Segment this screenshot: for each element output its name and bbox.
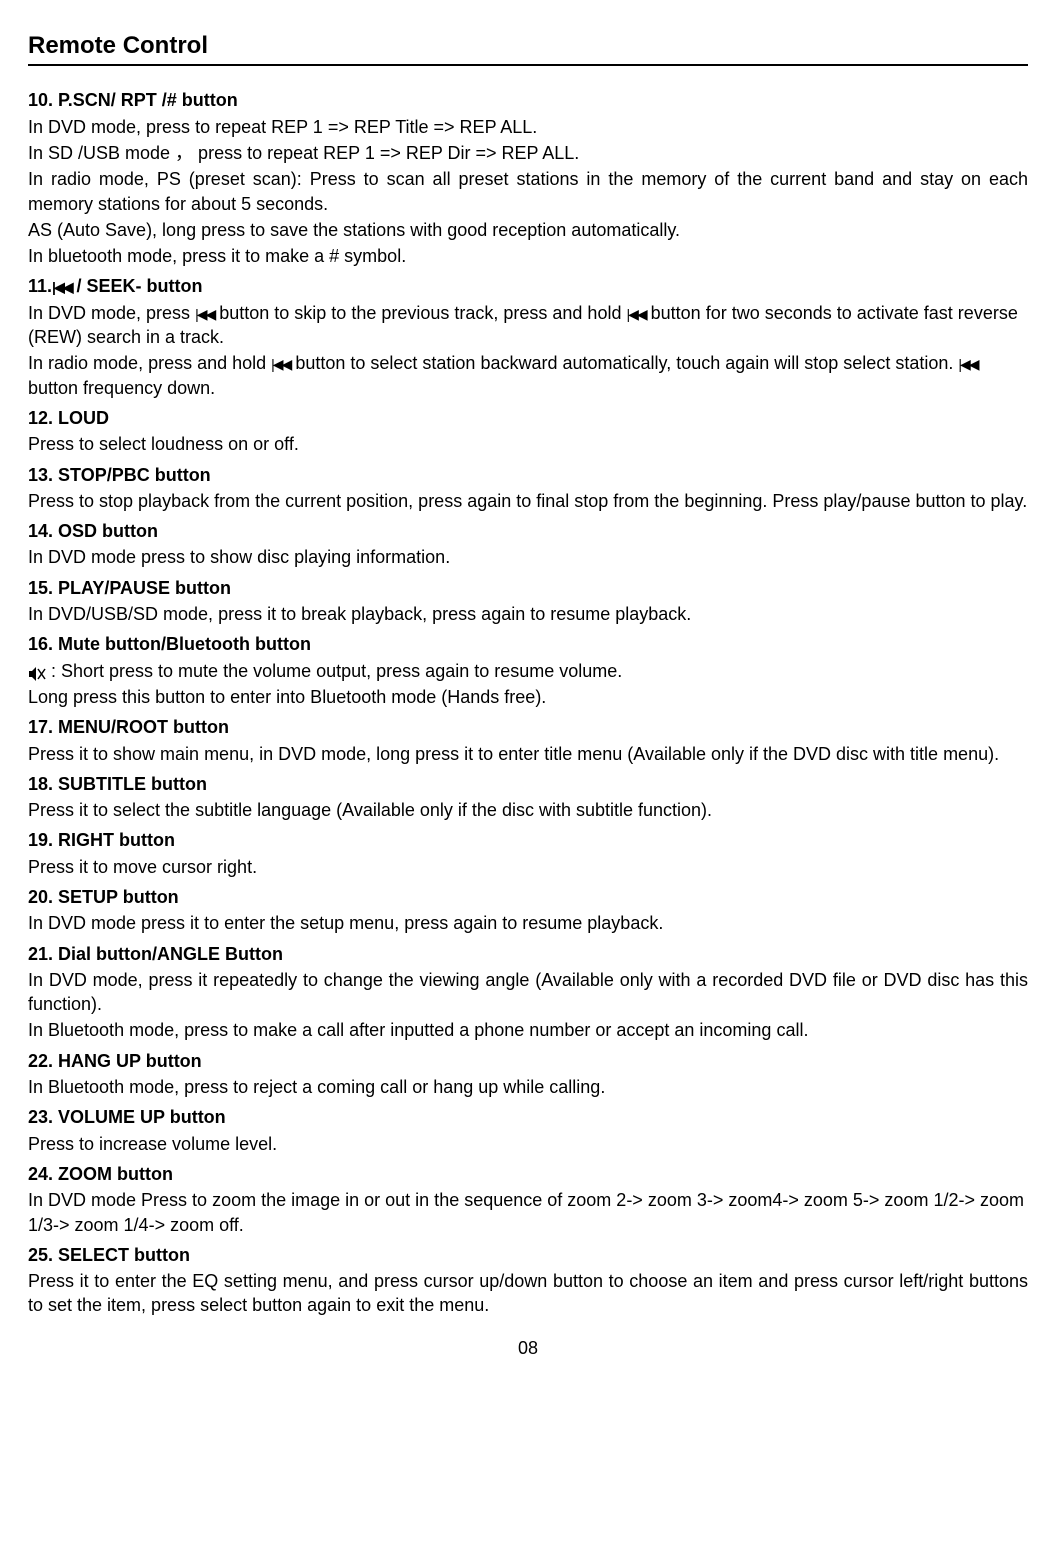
text-20-1: In DVD mode press it to enter the setup … [28,911,1028,935]
text-14-1: In DVD mode press to show disc playing i… [28,545,1028,569]
text-18-1: Press it to select the subtitle language… [28,798,1028,822]
text-19-1: Press it to move cursor right. [28,855,1028,879]
heading-15: 15. PLAY/PAUSE button [28,576,1028,600]
heading-11-post: / SEEK- button [71,276,202,296]
heading-21: 21. Dial button/ANGLE Button [28,942,1028,966]
page-title: Remote Control [28,30,1028,66]
text-16-1-post: : Short press to mute the volume output,… [46,661,622,681]
heading-23: 23. VOLUME UP button [28,1105,1028,1129]
previous-track-icon: |◀◀ [52,278,71,297]
mute-icon [28,664,46,680]
heading-10: 10. P.SCN/ RPT /# button [28,88,1028,112]
text-21-1: In DVD mode, press it repeatedly to chan… [28,968,1028,1017]
previous-track-icon: |◀◀ [195,305,214,324]
text-10-3: In radio mode, PS (preset scan): Press t… [28,167,1028,216]
heading-22: 22. HANG UP button [28,1049,1028,1073]
text-16-1: : Short press to mute the volume output,… [28,659,1028,683]
previous-track-icon: |◀◀ [958,355,977,374]
heading-11: 11.|◀◀ / SEEK- button [28,274,1028,298]
text-11-1-pre: In DVD mode, press [28,303,195,323]
text-24-1: In DVD mode Press to zoom the image in o… [28,1188,1028,1237]
heading-17: 17. MENU/ROOT button [28,715,1028,739]
heading-16: 16. Mute button/Bluetooth button [28,632,1028,656]
text-11-2: In radio mode, press and hold |◀◀ button… [28,351,1028,400]
text-11-2-pre: In radio mode, press and hold [28,353,271,373]
text-11-1: In DVD mode, press |◀◀ button to skip to… [28,301,1028,350]
text-25-1: Press it to enter the EQ setting menu, a… [28,1269,1028,1318]
text-17-1: Press it to show main menu, in DVD mode,… [28,742,1028,766]
heading-25: 25. SELECT button [28,1243,1028,1267]
page-number: 08 [28,1336,1028,1360]
text-16-2: Long press this button to enter into Blu… [28,685,1028,709]
text-11-2-post: button frequency down. [28,378,215,398]
heading-19: 19. RIGHT button [28,828,1028,852]
text-10-5: In bluetooth mode, press it to make a # … [28,244,1028,268]
text-15-1: In DVD/USB/SD mode, press it to break pl… [28,602,1028,626]
text-11-2-mid: button to select station backward automa… [290,353,958,373]
heading-12: 12. LOUD [28,406,1028,430]
text-10-1: In DVD mode, press to repeat REP 1 => RE… [28,115,1028,139]
text-22-1: In Bluetooth mode, press to reject a com… [28,1075,1028,1099]
heading-20: 20. SETUP button [28,885,1028,909]
text-10-4: AS (Auto Save), long press to save the s… [28,218,1028,242]
heading-18: 18. SUBTITLE button [28,772,1028,796]
heading-11-pre: 11. [28,276,52,296]
heading-14: 14. OSD button [28,519,1028,543]
text-11-1-mid: button to skip to the previous track, pr… [214,303,626,323]
text-12-1: Press to select loudness on or off. [28,432,1028,456]
text-13-1: Press to stop playback from the current … [28,489,1028,513]
previous-track-icon: |◀◀ [626,305,645,324]
heading-13: 13. STOP/PBC button [28,463,1028,487]
text-10-2: In SD /USB mode ， press to repeat REP 1 … [28,141,1028,165]
text-21-2: In Bluetooth mode, press to make a call … [28,1018,1028,1042]
previous-track-icon: |◀◀ [271,355,290,374]
text-23-1: Press to increase volume level. [28,1132,1028,1156]
heading-24: 24. ZOOM button [28,1162,1028,1186]
